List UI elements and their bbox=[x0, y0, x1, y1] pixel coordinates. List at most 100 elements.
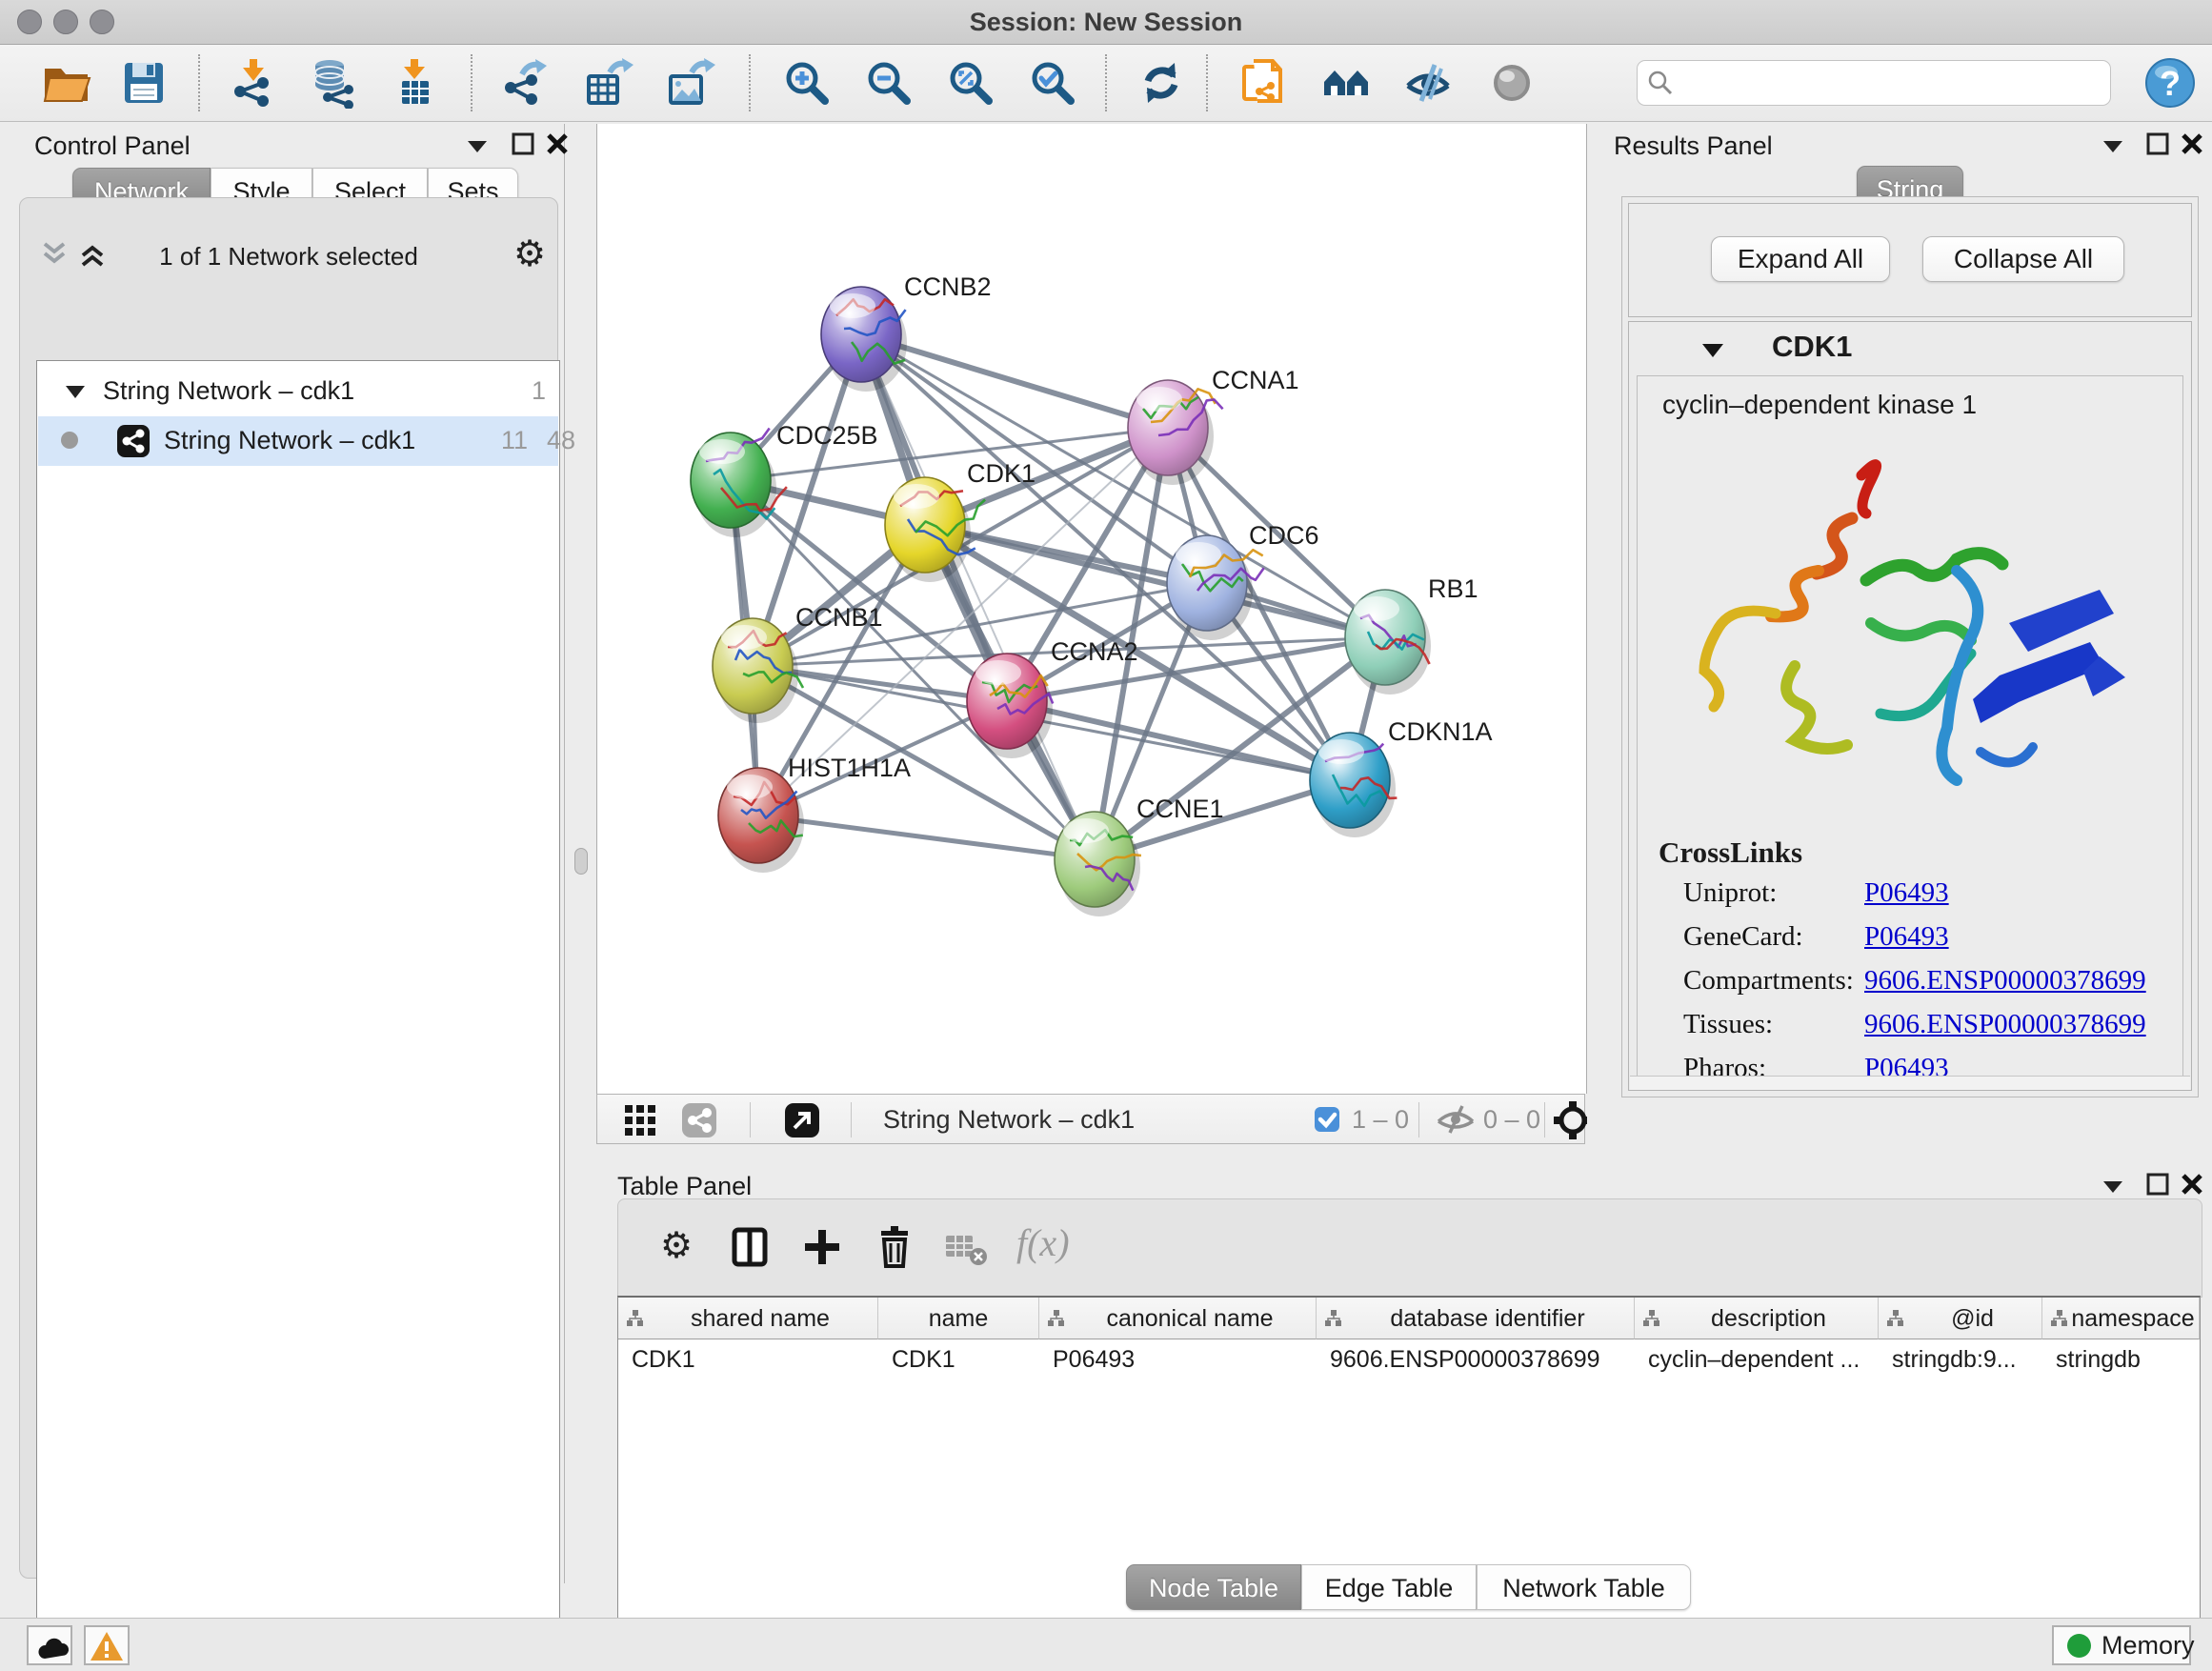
column-header-canonical-name[interactable]: canonical name bbox=[1039, 1298, 1317, 1339]
import-table-file-icon[interactable] bbox=[389, 57, 440, 109]
node-label: CCNE1 bbox=[1136, 795, 1224, 823]
crosslink-link[interactable]: P06493 bbox=[1864, 877, 1949, 909]
zoom-in-icon[interactable] bbox=[781, 57, 833, 109]
export-network-icon[interactable] bbox=[501, 57, 553, 109]
tab-edge-table[interactable]: Edge Table bbox=[1301, 1564, 1477, 1610]
toolbar-separator bbox=[198, 54, 200, 111]
zoom-selected-icon[interactable] bbox=[1027, 57, 1078, 109]
network-collection-row[interactable]: String Network – cdk1 1 bbox=[38, 367, 558, 416]
float-panel-icon[interactable] bbox=[2145, 1172, 2170, 1201]
crosslink-link[interactable]: P06493 bbox=[1864, 921, 1949, 953]
close-panel-icon[interactable] bbox=[2180, 1172, 2204, 1201]
network-node-CDC6[interactable]: CDC6 bbox=[1167, 521, 1319, 640]
crosslink-link[interactable]: 9606.ENSP00000378699 bbox=[1864, 965, 2146, 997]
network-node-CCNA1[interactable]: CCNA1 bbox=[1128, 366, 1299, 485]
network-node-CDC25B[interactable]: CDC25B bbox=[691, 421, 878, 537]
search-box bbox=[1637, 60, 2111, 106]
collapse-panel-icon[interactable] bbox=[2101, 135, 2125, 161]
table-options-gear-icon[interactable]: ⚙ bbox=[660, 1228, 693, 1264]
network-node-RB1[interactable]: RB1 bbox=[1345, 574, 1478, 695]
results-scrollbar[interactable] bbox=[1630, 1076, 2190, 1090]
network-edge[interactable] bbox=[758, 815, 1095, 859]
zoom-out-icon[interactable] bbox=[863, 57, 915, 109]
string-import-icon[interactable] bbox=[1238, 57, 1290, 109]
center-view-icon[interactable] bbox=[1554, 1101, 1592, 1144]
float-panel-icon[interactable] bbox=[511, 131, 535, 161]
column-label: canonical name bbox=[1039, 1298, 1316, 1339]
close-panel-icon[interactable] bbox=[2180, 131, 2204, 161]
table-cell[interactable]: cyclin–dependent ... bbox=[1648, 1339, 1877, 1379]
left-splitter-handle[interactable] bbox=[574, 848, 588, 875]
close-panel-icon[interactable] bbox=[545, 131, 570, 161]
window-title: Session: New Session bbox=[0, 0, 2212, 44]
import-network-file-icon[interactable] bbox=[229, 57, 280, 109]
export-table-icon[interactable] bbox=[583, 57, 634, 109]
delete-column-icon[interactable] bbox=[874, 1224, 915, 1273]
open-session-icon[interactable] bbox=[40, 57, 91, 109]
crosslink-link[interactable]: 9606.ENSP00000378699 bbox=[1864, 1009, 2146, 1040]
network-node-CDKN1A[interactable]: CDKN1A bbox=[1310, 717, 1493, 837]
network-node-HIST1H1A[interactable]: HIST1H1A bbox=[718, 754, 911, 873]
table-cell[interactable]: stringdb:9... bbox=[1892, 1339, 2041, 1379]
column-header-shared-name[interactable]: shared name bbox=[618, 1298, 878, 1339]
search-input[interactable] bbox=[1679, 65, 2102, 101]
column-header-namespace[interactable]: namespace bbox=[2042, 1298, 2200, 1339]
node-table[interactable]: shared namenamecanonical namedatabase id… bbox=[617, 1296, 2201, 1671]
node-label: CDKN1A bbox=[1388, 717, 1493, 746]
show-all-graphics-icon[interactable] bbox=[1486, 57, 1538, 109]
collapse-panel-icon[interactable] bbox=[2101, 1176, 2125, 1201]
refresh-icon[interactable] bbox=[1136, 57, 1187, 109]
crosslink-row: GeneCard:P06493 bbox=[1638, 916, 2182, 959]
column-header-@id[interactable]: @id bbox=[1879, 1298, 2042, 1339]
network-share-view-icon[interactable] bbox=[681, 1102, 717, 1143]
expand-collapse-box: Expand All Collapse All bbox=[1628, 203, 2192, 317]
toolbar-separator bbox=[749, 54, 751, 111]
zoom-fit-icon[interactable] bbox=[945, 57, 996, 109]
grid-view-icon[interactable] bbox=[624, 1104, 656, 1141]
table-cell[interactable]: CDK1 bbox=[892, 1339, 1037, 1379]
tab-network-table[interactable]: Network Table bbox=[1477, 1564, 1691, 1610]
memory-button[interactable]: Memory bbox=[2052, 1625, 2191, 1665]
network-edge[interactable] bbox=[861, 334, 1168, 428]
save-session-icon[interactable] bbox=[118, 57, 170, 109]
network-options-gear-icon[interactable]: ⚙ bbox=[513, 236, 546, 272]
node-label: CCNB2 bbox=[904, 272, 992, 301]
help-button[interactable]: ? bbox=[2143, 56, 2197, 114]
table-cell[interactable]: stringdb bbox=[2056, 1339, 2198, 1379]
network-node-CCNE1[interactable]: CCNE1 bbox=[1055, 795, 1224, 916]
warning-button[interactable] bbox=[84, 1625, 130, 1665]
table-toolbar: ⚙ f(x) bbox=[617, 1198, 2202, 1298]
show-columns-icon[interactable] bbox=[729, 1226, 771, 1273]
collapse-panel-icon[interactable] bbox=[465, 135, 490, 161]
detach-view-icon[interactable] bbox=[784, 1102, 820, 1143]
network-graph[interactable]: CCNB2CCNA1CDC25BCDK1CDC6RB1CCNB1CCNA2CDK… bbox=[597, 124, 1586, 1094]
tab-node-table[interactable]: Node Table bbox=[1126, 1564, 1301, 1610]
status-bar: Memory bbox=[0, 1618, 2212, 1671]
string-protein-query-icon[interactable] bbox=[1320, 57, 1372, 109]
function-builder-icon-disabled: f(x) bbox=[1016, 1220, 1070, 1265]
import-network-database-icon[interactable] bbox=[309, 57, 360, 109]
table-cell[interactable]: 9606.ENSP00000378699 bbox=[1330, 1339, 1633, 1379]
table-cell[interactable]: CDK1 bbox=[632, 1339, 876, 1379]
create-column-icon[interactable] bbox=[801, 1226, 843, 1273]
hide-selected-icon[interactable] bbox=[1402, 57, 1454, 109]
float-panel-icon[interactable] bbox=[2145, 131, 2170, 161]
table-cell[interactable]: P06493 bbox=[1053, 1339, 1315, 1379]
selected-checkbox-icon[interactable] bbox=[1314, 1106, 1340, 1137]
network-view[interactable]: CCNB2CCNA1CDC25BCDK1CDC6RB1CCNB1CCNA2CDK… bbox=[596, 124, 1587, 1094]
collapse-all-button[interactable]: Collapse All bbox=[1922, 236, 2124, 282]
export-image-icon[interactable] bbox=[665, 57, 716, 109]
column-header-name[interactable]: name bbox=[878, 1298, 1039, 1339]
expand-all-button[interactable]: Expand All bbox=[1711, 236, 1890, 282]
column-header-database-identifier[interactable]: database identifier bbox=[1317, 1298, 1635, 1339]
node-label: CCNA2 bbox=[1051, 637, 1138, 666]
network-row[interactable]: String Network – cdk1 11 48 bbox=[38, 416, 558, 466]
hidden-count: 0 – 0 bbox=[1483, 1105, 1540, 1135]
svg-text:?: ? bbox=[2160, 64, 2181, 103]
column-label: name bbox=[878, 1298, 1038, 1339]
column-header-description[interactable]: description bbox=[1635, 1298, 1879, 1339]
cloud-button[interactable] bbox=[27, 1625, 72, 1665]
toolbar-separator bbox=[1418, 1102, 1419, 1137]
crosslink-row: Tissues:9606.ENSP00000378699 bbox=[1638, 1003, 2182, 1047]
entry-expander-icon[interactable] bbox=[1699, 339, 1726, 362]
